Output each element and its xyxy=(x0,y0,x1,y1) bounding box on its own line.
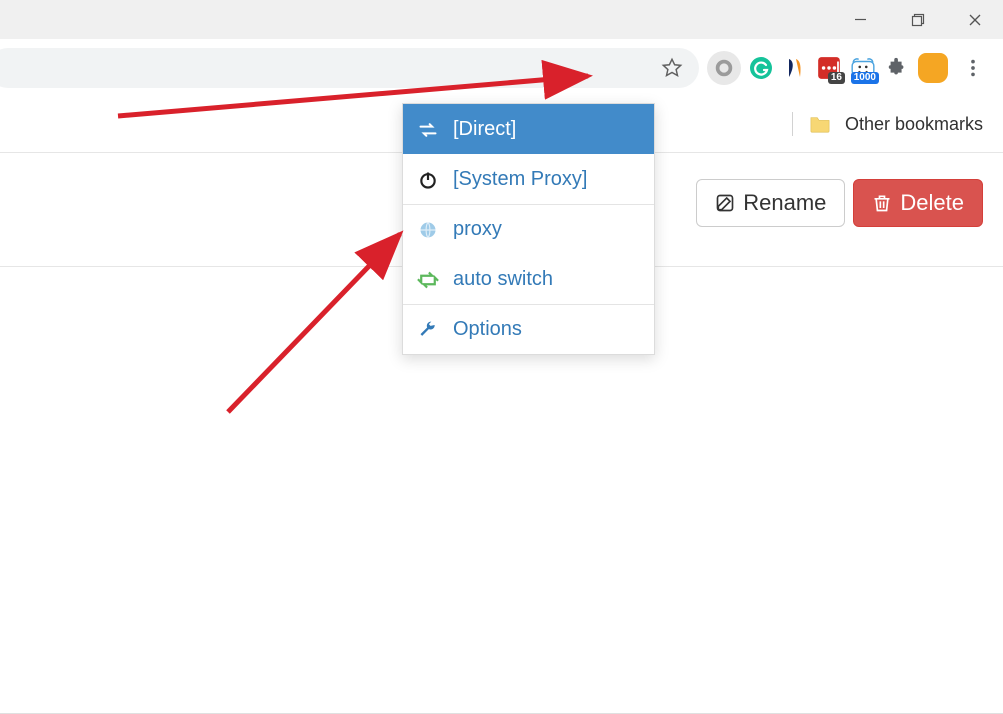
switchyomega-icon[interactable] xyxy=(707,51,741,85)
folder-icon xyxy=(809,114,831,134)
window-minimize-button[interactable] xyxy=(832,0,889,39)
edit-icon xyxy=(715,193,735,213)
chrome-menu-icon[interactable] xyxy=(955,54,991,82)
popup-item-system-proxy[interactable]: [System Proxy] xyxy=(403,154,654,204)
other-bookmarks-button[interactable]: Other bookmarks xyxy=(809,114,983,135)
grammarly-icon[interactable] xyxy=(747,54,775,82)
close-icon xyxy=(968,13,982,27)
other-bookmarks-label: Other bookmarks xyxy=(845,114,983,135)
maximize-icon xyxy=(911,13,925,27)
popup-item-label: [Direct] xyxy=(453,118,516,141)
popup-item-proxy[interactable]: proxy xyxy=(403,204,654,254)
bookmarks-divider xyxy=(792,112,793,136)
window-close-button[interactable] xyxy=(946,0,1003,39)
delete-button-label: Delete xyxy=(900,190,964,216)
globe-icon xyxy=(417,219,439,241)
browser-toolbar: 16 1000 xyxy=(0,39,1003,96)
page-action-row: Rename Delete xyxy=(696,179,983,227)
power-icon xyxy=(417,169,439,191)
rename-button-label: Rename xyxy=(743,190,826,216)
extensions-strip: 16 1000 xyxy=(703,51,995,85)
popup-item-label: auto switch xyxy=(453,268,553,291)
popup-item-label: Options xyxy=(453,318,522,341)
window-maximize-button[interactable] xyxy=(889,0,946,39)
popup-item-auto-switch[interactable]: auto switch xyxy=(403,254,654,304)
extensions-puzzle-icon[interactable] xyxy=(883,54,911,82)
popup-item-label: proxy xyxy=(453,218,502,241)
rename-button[interactable]: Rename xyxy=(696,179,845,227)
delete-button[interactable]: Delete xyxy=(853,179,983,227)
similarweb-icon[interactable] xyxy=(781,54,809,82)
fatkun-badge: 1000 xyxy=(851,72,879,84)
popup-item-direct[interactable]: [Direct] xyxy=(403,104,654,154)
bookmark-star-icon[interactable] xyxy=(661,57,683,79)
address-bar[interactable] xyxy=(0,48,699,88)
minimize-icon xyxy=(854,13,867,26)
wrench-icon xyxy=(417,319,439,341)
fatkun-icon[interactable]: 1000 xyxy=(849,54,877,82)
lastpass-badge: 16 xyxy=(828,72,845,84)
window-titlebar xyxy=(0,0,1003,39)
transfer-icon xyxy=(417,119,439,141)
popup-item-options[interactable]: Options xyxy=(403,304,654,354)
popup-item-label: [System Proxy] xyxy=(453,168,587,191)
profile-avatar[interactable] xyxy=(917,52,949,84)
retweet-icon xyxy=(417,269,439,291)
trash-icon xyxy=(872,192,892,214)
switchyomega-popup: [Direct] [System Proxy] proxy auto switc… xyxy=(402,103,655,355)
lastpass-icon[interactable]: 16 xyxy=(815,54,843,82)
